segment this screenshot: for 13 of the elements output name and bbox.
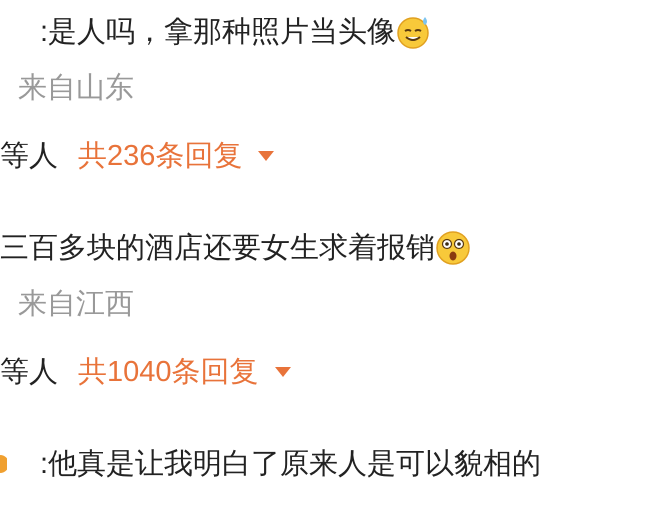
comment-text: 三百多块的酒店还要女生求着报销 xyxy=(0,234,435,262)
replier-names: 等人 xyxy=(0,142,58,170)
location-text: 来自山东 xyxy=(18,74,134,102)
caret-icon xyxy=(258,151,274,161)
location-text: 来自江西 xyxy=(18,290,134,318)
emoji-icon xyxy=(0,455,7,473)
reply-count-link[interactable]: 共1040条回复 xyxy=(78,358,291,386)
comment-text: :是人吗，拿那种照片当头像 xyxy=(40,18,396,46)
reply-count-link[interactable]: 共236条回复 xyxy=(78,142,274,170)
comment-text: :他真是让我明白了原来人是可以貌相的 xyxy=(40,450,542,478)
emoji-icon xyxy=(435,230,471,266)
replier-names: 等人 xyxy=(0,358,58,386)
caret-icon xyxy=(274,367,291,377)
